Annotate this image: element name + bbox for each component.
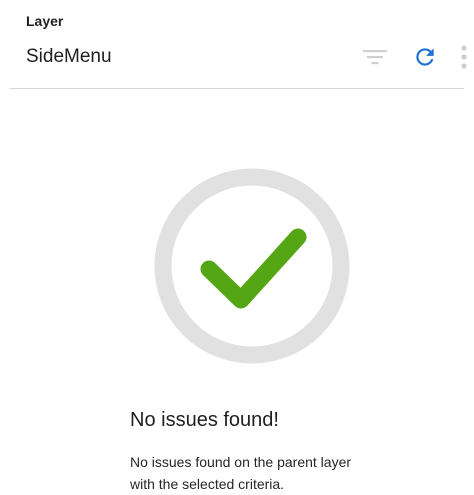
check-icon	[154, 168, 350, 364]
section-label: Layer	[26, 13, 64, 29]
empty-state-title: No issues found!	[130, 409, 279, 431]
filter-button[interactable]	[358, 40, 392, 74]
panel-header: Layer SideMenu	[0, 0, 474, 88]
empty-state-description: No issues found on the parent layer with…	[130, 454, 352, 492]
layer-issues-panel: Layer SideMenu No issues found! No issue…	[0, 0, 474, 492]
empty-state: No issues found! No issues found on the …	[0, 89, 474, 492]
more-options-button[interactable]	[454, 40, 474, 74]
toolbar	[358, 40, 474, 74]
filter-icon	[363, 50, 387, 65]
refresh-button[interactable]	[408, 40, 442, 74]
refresh-icon	[416, 48, 434, 66]
layer-name: SideMenu	[26, 46, 112, 67]
more-vert-icon	[461, 45, 467, 69]
